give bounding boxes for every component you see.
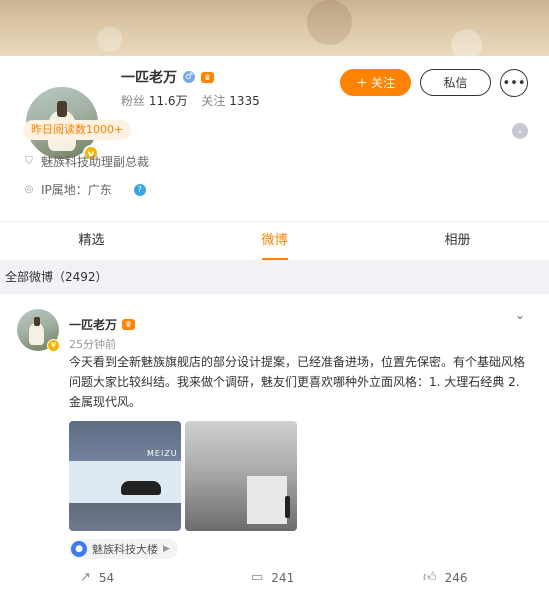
avatar-rider xyxy=(57,101,67,117)
post-location-tag[interactable]: ● 魅族科技大楼 ▶ xyxy=(69,539,178,559)
chevron-right-icon: ▶ xyxy=(163,544,170,554)
thumbs-up-icon: 👍︎ xyxy=(423,570,437,585)
repost-icon: ↗ xyxy=(80,570,91,585)
tab-weibo[interactable]: 微博 xyxy=(183,222,366,260)
profile-name[interactable]: 一匹老万 xyxy=(121,67,177,87)
profile-card: v 一匹老万 ♂ ♛ 粉丝 11.6万 关注 1335 ＋ 关注 私信 ••• … xyxy=(0,56,549,221)
post-time[interactable]: 25分钟前 xyxy=(69,336,116,352)
help-icon[interactable]: ? xyxy=(133,183,146,196)
person-silhouette xyxy=(285,496,290,518)
male-icon: ♂ xyxy=(183,71,195,83)
expand-chevron-icon[interactable]: ⌄ xyxy=(512,123,528,139)
following-label: 关注 xyxy=(201,94,226,108)
follow-button[interactable]: ＋ 关注 xyxy=(340,69,411,96)
post-menu-chevron-icon[interactable]: ⌄ xyxy=(515,308,525,322)
comment-button[interactable]: ▭ 241 xyxy=(251,570,294,585)
ip-location-row: ◎ IP属地：广东 ? xyxy=(23,181,146,198)
message-button[interactable]: 私信 xyxy=(420,69,491,96)
follow-button-label: 关注 xyxy=(371,76,396,90)
ip-location: IP属地：广东 xyxy=(41,183,112,197)
post-image-storefront-2[interactable] xyxy=(185,421,297,531)
more-dots-icon: ••• xyxy=(502,75,526,91)
repost-button[interactable]: ↗ 54 xyxy=(80,570,114,585)
like-count: 246 xyxy=(444,570,468,585)
profile-tabs: 精选 微博 相册 xyxy=(0,221,549,260)
store-sign: MEIZU xyxy=(147,449,178,458)
profile-title-row: ⛉ 魅族科技助理副总裁 xyxy=(23,153,149,170)
fans-count[interactable]: 11.6万 xyxy=(149,94,188,108)
fans-label: 粉丝 xyxy=(121,94,146,108)
avatar-rider xyxy=(34,317,40,326)
storefront-door xyxy=(247,476,287,524)
repost-count: 54 xyxy=(98,570,115,585)
plus-icon: ＋ xyxy=(355,76,368,90)
tab-featured[interactable]: 精选 xyxy=(0,222,183,260)
read-count-badge: 昨日阅读数1000+ xyxy=(23,120,132,140)
like-button[interactable]: 👍︎ 246 xyxy=(423,570,468,585)
profile-title: 魅族科技助理副总裁 xyxy=(41,155,150,169)
post-location: 魅族科技大楼 xyxy=(92,543,158,556)
avatar-horse xyxy=(29,323,44,345)
car-shape xyxy=(121,481,161,495)
location-icon: ◎ xyxy=(24,183,34,195)
shield-icon: ⛉ xyxy=(25,155,33,167)
vip-icon[interactable]: ♛ xyxy=(122,319,136,330)
post-text: 今天看到全新魅族旗舰店的部分设计提案，已经准备进场，位置先保密。有个基础风格问题… xyxy=(69,355,526,409)
post-author[interactable]: 一匹老万 xyxy=(69,316,117,333)
post-card: v 一匹老万 ♛ 25分钟前 ⌄ 今天看到全新魅族旗舰店的部分设计提案，已经准备… xyxy=(0,294,549,599)
location-pin-icon: ● xyxy=(71,541,87,557)
verified-badge-icon: v xyxy=(47,339,60,352)
cover-banner xyxy=(0,0,549,56)
following-count[interactable]: 1335 xyxy=(229,94,260,108)
profile-name-row: 一匹老万 ♂ ♛ xyxy=(121,67,214,87)
post-image-storefront-1[interactable]: MEIZU xyxy=(69,421,181,531)
tab-album[interactable]: 相册 xyxy=(366,222,549,260)
comment-count: 241 xyxy=(271,570,295,585)
vip-icon[interactable]: ♛ xyxy=(201,71,214,83)
message-button-label: 私信 xyxy=(443,76,468,90)
all-posts-title: 全部微博（2492） xyxy=(5,270,108,284)
comment-icon: ▭ xyxy=(251,570,264,585)
more-options-button[interactable]: ••• xyxy=(500,69,528,97)
post-author-row: 一匹老万 ♛ xyxy=(69,316,136,333)
profile-stats: 粉丝 11.6万 关注 1335 xyxy=(121,92,270,109)
